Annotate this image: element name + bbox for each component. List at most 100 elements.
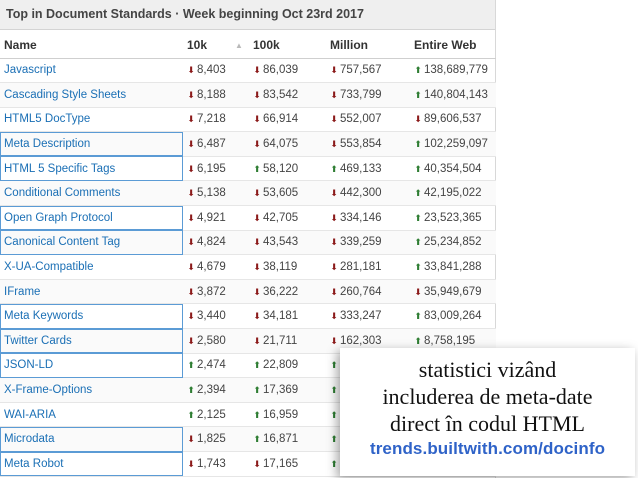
table-row: Cascading Style Sheets ⬇ 8,188 ⬇ 83,542 ⬇ 733,…: [0, 82, 496, 108]
column-header-entire-web[interactable]: Entire Web: [410, 30, 496, 59]
technology-name-cell: JSON-LD: [0, 353, 183, 379]
technology-link[interactable]: JSON-LD: [4, 359, 53, 371]
column-header-million[interactable]: Million: [326, 30, 410, 59]
technology-link[interactable]: IFrame: [4, 286, 40, 298]
arrow-down-icon: ⬇: [330, 89, 338, 100]
arrow-down-icon: ⬇: [330, 114, 338, 125]
count-cell-10k: ⬇ 3,440: [183, 303, 249, 330]
arrow-down-icon: ⬇: [187, 434, 195, 445]
count-cell-entire-web: ⬆ 25,234,852: [410, 230, 496, 256]
technology-link[interactable]: Canonical Content Tag: [4, 236, 120, 248]
arrow-up-icon: ⬆: [414, 237, 422, 248]
count-cell-10k: ⬇ 8,403: [183, 58, 249, 84]
count-value: 21,711: [263, 334, 298, 347]
count-value: 42,705: [263, 211, 299, 224]
source-url-link[interactable]: trends.builtwith.com/docinfo: [340, 439, 635, 459]
count-value: 4,921: [197, 211, 226, 224]
count-cell-100k: ⬇ 17,165: [249, 451, 326, 477]
count-value: 16,871: [263, 433, 299, 446]
technology-link[interactable]: Open Graph Protocol: [4, 212, 113, 224]
arrow-up-icon: ⬆: [414, 139, 422, 150]
arrow-down-icon: ⬇: [253, 65, 261, 76]
count-value: 53,605: [263, 187, 299, 200]
count-cell-100k: ⬇ 66,914: [249, 107, 326, 133]
count-cell-10k: ⬇ 4,679: [183, 254, 249, 280]
count-cell-million: ⬇ 260,764: [326, 279, 410, 305]
count-cell-100k: ⬇ 43,543: [249, 230, 326, 256]
arrow-up-icon: ⬆: [414, 335, 422, 346]
count-value: 469,133: [340, 162, 382, 175]
arrow-down-icon: ⬇: [187, 311, 195, 322]
arrow-down-icon: ⬇: [187, 188, 195, 199]
sort-up-icon[interactable]: ▲: [235, 41, 243, 50]
count-cell-entire-web: ⬆ 33,841,288: [410, 254, 496, 280]
technology-link[interactable]: HTML5 DocType: [4, 113, 90, 125]
count-value: 42,195,022: [424, 187, 482, 200]
count-cell-100k: ⬇ 36,222: [249, 279, 326, 305]
count-value: 138,689,779: [424, 64, 488, 77]
count-cell-100k: ⬆ 17,369: [249, 377, 326, 403]
arrow-down-icon: ⬇: [330, 286, 338, 297]
count-cell-10k: ⬇ 6,487: [183, 131, 249, 157]
count-value: 5,138: [197, 187, 226, 200]
technology-link[interactable]: Javascript: [4, 64, 56, 76]
arrow-down-icon: ⬇: [187, 212, 195, 223]
technology-name-cell: Cascading Style Sheets: [0, 82, 183, 108]
technology-link[interactable]: Cascading Style Sheets: [4, 89, 126, 101]
technology-link[interactable]: HTML 5 Specific Tags: [4, 163, 115, 175]
technology-name-cell: Meta Robot: [0, 451, 183, 477]
technology-link[interactable]: WAI-ARIA: [4, 409, 56, 421]
arrow-down-icon: ⬇: [253, 458, 261, 469]
count-value: 733,799: [340, 88, 382, 101]
arrow-down-icon: ⬇: [330, 335, 338, 346]
count-value: 2,580: [197, 334, 226, 347]
count-cell-entire-web: ⬆ 83,009,264: [410, 303, 496, 330]
count-cell-10k: ⬇ 4,921: [183, 205, 249, 231]
arrow-down-icon: ⬇: [330, 139, 338, 150]
technology-link[interactable]: Meta Description: [4, 138, 90, 150]
count-value: 17,369: [263, 384, 299, 397]
arrow-down-icon: ⬇: [253, 311, 261, 322]
count-value: 3,440: [197, 310, 226, 323]
arrow-up-icon: ⬆: [414, 89, 422, 100]
table-header-row: Name 10k ▲ 100k Million Entire Web: [0, 30, 496, 59]
column-header-name[interactable]: Name: [0, 30, 183, 59]
count-cell-million: ⬇ 552,007: [326, 107, 410, 133]
count-cell-100k: ⬇ 53,605: [249, 180, 326, 207]
technology-link[interactable]: X-Frame-Options: [4, 384, 92, 396]
arrow-up-icon: ⬆: [330, 409, 338, 420]
count-value: 162,303: [340, 334, 382, 347]
arrow-up-icon: ⬆: [253, 360, 261, 371]
technology-link[interactable]: Conditional Comments: [4, 187, 120, 199]
count-value: 16,959: [263, 408, 299, 421]
arrow-up-icon: ⬆: [330, 163, 338, 174]
count-value: 6,487: [197, 138, 226, 151]
table-row: Open Graph Protocol ⬇ 4,921 ⬇ 42,705 ⬇ 334,146…: [0, 205, 496, 231]
technology-link[interactable]: Microdata: [4, 433, 55, 445]
table-row: IFrame ⬇ 3,872 ⬇ 36,222 ⬇ 260,764 ⬇ 35,949,679: [0, 279, 496, 305]
count-value: 140,804,143: [424, 88, 488, 101]
technology-link[interactable]: Meta Robot: [4, 458, 63, 470]
count-cell-million: ⬇ 334,146: [326, 205, 410, 231]
arrow-up-icon: ⬆: [187, 409, 195, 420]
technology-name-cell: Twitter Cards: [0, 328, 183, 354]
arrow-up-icon: ⬆: [414, 262, 422, 273]
count-cell-million: ⬇ 757,567: [326, 58, 410, 84]
count-value: 89,606,537: [424, 113, 482, 126]
arrow-down-icon: ⬇: [414, 286, 422, 297]
arrow-down-icon: ⬇: [253, 212, 261, 223]
count-value: 334,146: [340, 211, 382, 224]
technology-link[interactable]: X-UA-Compatible: [4, 261, 93, 273]
count-value: 8,758,195: [424, 334, 476, 347]
arrow-down-icon: ⬇: [253, 114, 261, 125]
count-cell-100k: ⬇ 34,181: [249, 303, 326, 330]
column-header-100k[interactable]: 100k: [249, 30, 326, 59]
column-header-10k[interactable]: 10k ▲: [183, 30, 249, 59]
arrow-down-icon: ⬇: [187, 163, 195, 174]
arrow-up-icon: ⬆: [187, 385, 195, 396]
technology-link[interactable]: Meta Keywords: [4, 310, 83, 322]
technology-link[interactable]: Twitter Cards: [4, 335, 72, 347]
count-value: 35,949,679: [424, 285, 482, 298]
count-cell-million: ⬇ 442,300: [326, 180, 410, 207]
arrow-down-icon: ⬇: [187, 458, 195, 469]
